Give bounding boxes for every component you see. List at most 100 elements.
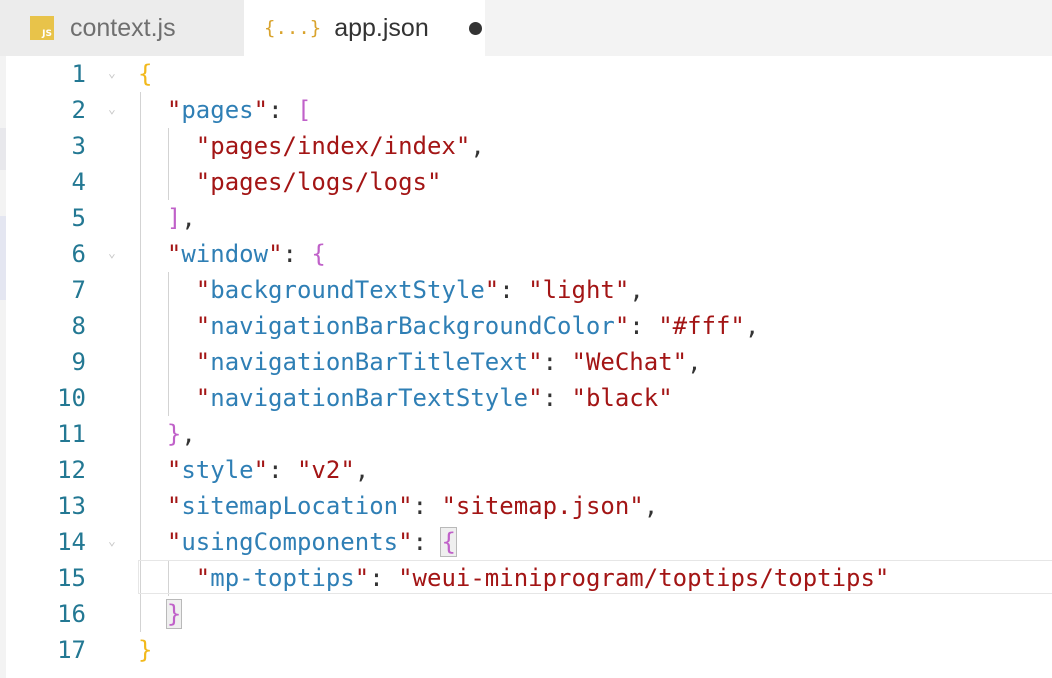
code-line[interactable]: 2 ⌄ "pages": [ bbox=[0, 92, 1052, 128]
code-line[interactable]: 13 "sitemapLocation": "sitemap.json", bbox=[0, 488, 1052, 524]
code-text: } bbox=[138, 632, 152, 668]
code-token: " bbox=[166, 96, 182, 124]
code-text: "backgroundTextStyle": "light", bbox=[138, 272, 644, 308]
unsaved-dot-icon[interactable] bbox=[468, 21, 482, 35]
code-token: " bbox=[354, 564, 370, 592]
line-number: 14 bbox=[57, 528, 86, 556]
code-token: "pages/index/index" bbox=[195, 132, 471, 160]
line-number: 13 bbox=[57, 492, 86, 520]
code-token: " bbox=[195, 348, 211, 376]
line-number: 10 bbox=[57, 384, 86, 412]
code-line[interactable]: 6 ⌄ "window": { bbox=[0, 236, 1052, 272]
code-token: "sitemap.json" bbox=[441, 492, 644, 520]
code-token: " bbox=[195, 384, 211, 412]
code-token: " bbox=[253, 456, 269, 484]
code-token: "pages/logs/logs" bbox=[195, 168, 442, 196]
code-line[interactable]: 14 ⌄ "usingComponents": { bbox=[0, 524, 1052, 560]
code-token: : bbox=[282, 240, 312, 268]
line-number: 7 bbox=[71, 276, 86, 304]
code-line[interactable]: 10 "navigationBarTextStyle": "black" bbox=[0, 380, 1052, 416]
code-token: " bbox=[253, 96, 269, 124]
code-token: pages bbox=[181, 96, 254, 124]
code-token: style bbox=[181, 456, 254, 484]
line-number: 8 bbox=[71, 312, 86, 340]
code-token: } bbox=[165, 599, 183, 629]
tab-label: app.json bbox=[334, 13, 429, 42]
code-token: " bbox=[195, 312, 211, 340]
code-text: "navigationBarTitleText": "WeChat", bbox=[138, 344, 702, 380]
code-token: [ bbox=[296, 96, 312, 124]
code-line[interactable]: 8 "navigationBarBackgroundColor": "#fff"… bbox=[0, 308, 1052, 344]
code-token: " bbox=[398, 528, 413, 556]
code-text: "mp-toptips": "weui-miniprogram/toptips/… bbox=[138, 560, 890, 596]
tab-context-js[interactable]: JS context.js bbox=[0, 0, 244, 56]
fold-chevron-icon[interactable]: ⌄ bbox=[108, 92, 116, 128]
code-line[interactable]: 17} bbox=[0, 632, 1052, 668]
code-token: : bbox=[412, 528, 442, 556]
code-line[interactable]: 3 "pages/index/index", bbox=[0, 128, 1052, 164]
code-line[interactable]: 9 "navigationBarTitleText": "WeChat", bbox=[0, 344, 1052, 380]
code-line[interactable]: 5 ], bbox=[0, 200, 1052, 236]
code-text: "usingComponents": { bbox=[138, 524, 457, 560]
line-number: 17 bbox=[57, 636, 86, 664]
code-text: ], bbox=[138, 200, 196, 236]
fold-chevron-icon[interactable]: ⌄ bbox=[108, 524, 116, 560]
tab-label: context.js bbox=[70, 13, 176, 42]
code-token: backgroundTextStyle bbox=[210, 276, 485, 304]
code-token: " bbox=[166, 240, 182, 268]
code-token: navigationBarBackgroundColor bbox=[210, 312, 615, 340]
code-token: : bbox=[412, 492, 442, 520]
code-token: { bbox=[311, 240, 326, 268]
code-text: "sitemapLocation": "sitemap.json", bbox=[138, 488, 658, 524]
code-line[interactable]: 15 "mp-toptips": "weui-miniprogram/topti… bbox=[0, 560, 1052, 596]
code-token: " bbox=[195, 564, 211, 592]
code-editor[interactable]: 1 ⌄{2 ⌄ "pages": [3 "pages/index/index", 4 … bbox=[0, 56, 1052, 678]
code-token: : bbox=[629, 312, 659, 340]
code-token: navigationBarTitleText bbox=[210, 348, 529, 376]
line-number: 5 bbox=[71, 204, 86, 232]
code-line[interactable]: 4 "pages/logs/logs" bbox=[0, 164, 1052, 200]
code-text: "navigationBarTextStyle": "black" bbox=[138, 380, 673, 416]
code-token: "black" bbox=[571, 384, 673, 412]
code-token: " bbox=[614, 312, 630, 340]
fold-chevron-icon[interactable]: ⌄ bbox=[108, 56, 116, 92]
code-token: , bbox=[181, 420, 196, 448]
code-text: "window": { bbox=[138, 236, 326, 272]
tab-bar: JS context.js {...} app.json bbox=[0, 0, 1052, 56]
code-token: window bbox=[181, 240, 269, 268]
code-token: } bbox=[138, 636, 153, 664]
line-number: 3 bbox=[71, 132, 86, 160]
code-line[interactable]: 16 } bbox=[0, 596, 1052, 632]
code-token: , bbox=[687, 348, 702, 376]
code-token: { bbox=[440, 527, 457, 557]
code-token: sitemapLocation bbox=[181, 492, 399, 520]
tab-app-json[interactable]: {...} app.json bbox=[244, 0, 485, 56]
code-line[interactable]: 7 "backgroundTextStyle": "light", bbox=[0, 272, 1052, 308]
code-line[interactable]: 11 }, bbox=[0, 416, 1052, 452]
code-token: , bbox=[629, 276, 644, 304]
code-line[interactable]: 12 "style": "v2", bbox=[0, 452, 1052, 488]
line-number: 12 bbox=[57, 456, 86, 484]
code-token: , bbox=[181, 204, 196, 232]
code-text: "pages/logs/logs" bbox=[138, 164, 442, 200]
line-number: 6 bbox=[71, 240, 86, 268]
code-token: : bbox=[268, 456, 297, 484]
code-token: : bbox=[268, 96, 297, 124]
fold-chevron-icon[interactable]: ⌄ bbox=[108, 236, 116, 272]
js-file-icon: JS bbox=[30, 16, 54, 40]
line-number: 15 bbox=[57, 564, 86, 592]
code-token: , bbox=[744, 312, 760, 340]
code-text: "navigationBarBackgroundColor": "#fff", bbox=[138, 308, 760, 344]
line-number: 1 bbox=[71, 60, 86, 88]
code-line[interactable]: 1 ⌄ { bbox=[0, 56, 1052, 92]
code-token: " bbox=[528, 348, 543, 376]
